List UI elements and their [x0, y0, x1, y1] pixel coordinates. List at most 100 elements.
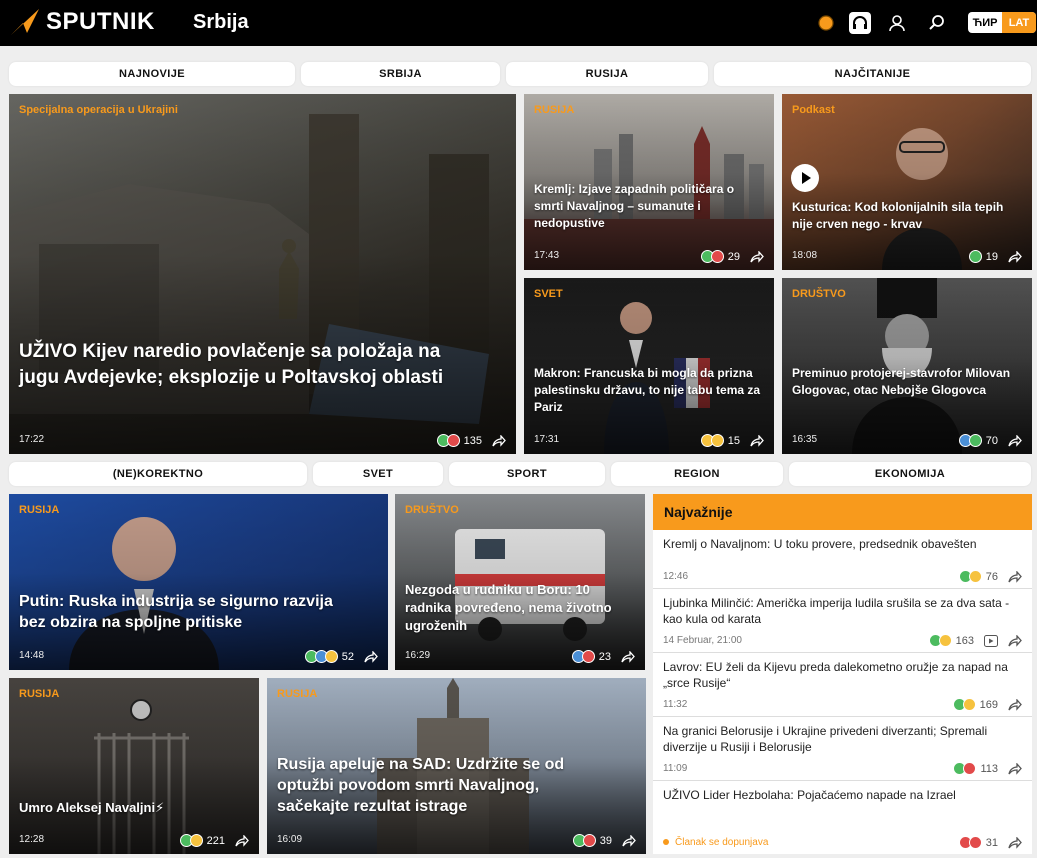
- hero-overlay: [9, 94, 516, 454]
- list-item-date: 11:32: [663, 699, 688, 710]
- nav-najcitanije[interactable]: NAJČITANIJE: [714, 62, 1031, 86]
- article-reactions: 23: [571, 650, 635, 663]
- article-card-kremlj[interactable]: RUSIJA Kremlj: Izjave zapadnih političar…: [524, 94, 774, 270]
- share-icon[interactable]: [1008, 250, 1022, 263]
- share-icon[interactable]: [750, 434, 764, 447]
- edition-name[interactable]: Srbija: [193, 11, 249, 34]
- reaction-emojis-icon: [952, 698, 976, 711]
- reaction-count: 15: [727, 434, 740, 447]
- article-category[interactable]: RUSIJA: [534, 104, 574, 116]
- share-icon[interactable]: [492, 434, 506, 447]
- reaction-count: 52: [341, 650, 354, 663]
- sputnik-logo[interactable]: SPUTNIK: [9, 7, 155, 37]
- article-card-sad[interactable]: RUSIJA Rusija apeluje na SAD: Uzdržite s…: [267, 678, 646, 854]
- list-item-date: 12:46: [663, 571, 689, 582]
- nav-ekonomija[interactable]: EKONOMIJA: [789, 462, 1031, 486]
- article-title[interactable]: Umro Aleksej Navaljni⚡: [19, 799, 249, 817]
- reaction-count: 23: [598, 650, 611, 663]
- list-item[interactable]: Lavrov: EU želi da Kijevu preda dalekome…: [653, 653, 1032, 717]
- nav-sport[interactable]: SPORT: [449, 462, 605, 486]
- article-category[interactable]: SVET: [534, 288, 563, 300]
- share-icon[interactable]: [622, 834, 636, 847]
- article-card-bor[interactable]: DRUŠTVO Nezgoda u rudniku u Boru: 10 rad…: [395, 494, 645, 670]
- share-icon[interactable]: [235, 834, 249, 847]
- language-switch: ЋИР LAT: [968, 12, 1036, 33]
- article-title[interactable]: Rusija apeluje na SAD: Uzdržite se od op…: [277, 754, 586, 817]
- video-icon: [984, 634, 998, 647]
- sputnik-logo-icon: [11, 9, 39, 35]
- list-item-date: 14 Februar, 21:00: [663, 635, 742, 646]
- article-card-putin[interactable]: RUSIJA Putin: Ruska industrija se sigurn…: [9, 494, 388, 670]
- article-card-glogovac[interactable]: DRUŠTVO Preminuo protojerej-stavrofor Mi…: [782, 278, 1032, 454]
- list-item-reactions: 113: [953, 762, 1022, 775]
- nav-svet[interactable]: SVET: [313, 462, 443, 486]
- list-item-title[interactable]: Kremlj o Navaljnom: U toku provere, pred…: [663, 536, 1020, 552]
- share-icon[interactable]: [1008, 570, 1022, 583]
- nav-rusija[interactable]: RUSIJA: [506, 62, 708, 86]
- list-item[interactable]: UŽIVO Lider Hezbolaha: Pojačaćemo napade…: [653, 781, 1032, 854]
- article-card-makron[interactable]: SVET Makron: Francuska bi mogla da prizn…: [524, 278, 774, 454]
- list-item-reactions: 31: [958, 836, 1022, 849]
- article-category[interactable]: Podkast: [792, 104, 835, 116]
- article-category[interactable]: RUSIJA: [277, 688, 317, 700]
- lang-cyrillic-button[interactable]: ЋИР: [968, 12, 1002, 33]
- hero-article-card[interactable]: Specijalna operacija u Ukrajini UŽIVO Ki…: [9, 94, 516, 454]
- list-item-title[interactable]: Ljubinka Milinčić: Američka imperija lud…: [663, 595, 1020, 627]
- article-time: 17:31: [534, 434, 560, 445]
- reaction-emojis-icon: [968, 250, 982, 263]
- article-time: 18:08: [792, 250, 818, 261]
- reaction-count: 31: [985, 836, 998, 849]
- podcast-icon[interactable]: [849, 12, 871, 34]
- article-title[interactable]: Nezgoda u rudniku u Boru: 10 radnika pov…: [405, 581, 635, 635]
- nav-region[interactable]: REGION: [611, 462, 783, 486]
- live-dot-icon: [663, 839, 669, 846]
- list-item-live-status: Članak se dopunjava: [663, 837, 768, 848]
- article-category[interactable]: DRUŠTVO: [792, 288, 846, 300]
- share-icon[interactable]: [364, 650, 378, 663]
- share-icon[interactable]: [750, 250, 764, 263]
- article-title[interactable]: Makron: Francuska bi mogla da prizna pal…: [534, 365, 764, 416]
- article-category[interactable]: RUSIJA: [19, 688, 59, 700]
- share-icon[interactable]: [621, 650, 635, 663]
- share-icon[interactable]: [1008, 836, 1022, 849]
- article-reactions: 29: [700, 250, 764, 263]
- article-time: 14:48: [19, 650, 45, 661]
- article-category[interactable]: RUSIJA: [19, 504, 59, 516]
- nav-najnovije[interactable]: NAJNOVIJE: [9, 62, 295, 86]
- share-icon[interactable]: [1008, 762, 1022, 775]
- article-title[interactable]: Putin: Ruska industrija se sigurno razvi…: [19, 591, 348, 633]
- article-title[interactable]: Kusturica: Kod kolonijalnih sila tepih n…: [792, 199, 1022, 233]
- nav-srbija[interactable]: SRBIJA: [301, 62, 500, 86]
- list-item[interactable]: Na granici Belorusije i Ukrajine privede…: [653, 717, 1032, 781]
- article-time: 17:43: [534, 250, 560, 261]
- share-icon[interactable]: [1008, 434, 1022, 447]
- article-card-navaljni[interactable]: RUSIJA Umro Aleksej Navaljni⚡ 12:28 221: [9, 678, 259, 854]
- hero-category[interactable]: Specijalna operacija u Ukrajini: [19, 104, 178, 116]
- lang-latin-button[interactable]: LAT: [1002, 12, 1036, 33]
- article-title[interactable]: Preminuo protojerej-stavrofor Milovan Gl…: [792, 365, 1022, 399]
- list-item-title[interactable]: Lavrov: EU želi da Kijevu preda dalekome…: [663, 659, 1020, 691]
- list-item[interactable]: Kremlj o Navaljnom: U toku provere, pred…: [653, 530, 1032, 589]
- list-item-title[interactable]: Na granici Belorusije i Ukrajine privede…: [663, 723, 1020, 755]
- share-icon[interactable]: [1008, 634, 1022, 647]
- list-item[interactable]: Ljubinka Milinčić: Američka imperija lud…: [653, 589, 1032, 653]
- article-title[interactable]: Kremlj: Izjave zapadnih političara o smr…: [534, 181, 764, 232]
- user-icon[interactable]: [886, 12, 908, 34]
- article-card-kusturica[interactable]: Podkast Kusturica: Kod kolonijalnih sila…: [782, 94, 1032, 270]
- reaction-count: 70: [985, 434, 998, 447]
- reaction-count: 19: [985, 250, 998, 263]
- reaction-emojis-icon: [571, 650, 595, 663]
- reaction-emojis-icon: [953, 762, 977, 775]
- play-button-icon[interactable]: [791, 164, 819, 192]
- reaction-count: 169: [979, 698, 998, 711]
- reaction-count: 221: [206, 834, 225, 847]
- panel-heading[interactable]: Najvažnije: [653, 494, 1032, 530]
- hero-title[interactable]: UŽIVO Kijev naredio povlačenje sa položa…: [19, 339, 476, 391]
- reaction-emojis-icon: [436, 434, 460, 447]
- article-category[interactable]: DRUŠTVO: [405, 504, 459, 516]
- search-icon[interactable]: [926, 12, 948, 34]
- radio-icon[interactable]: [815, 12, 837, 34]
- nav-nekorektno[interactable]: (NE)KOREKTNO: [9, 462, 307, 486]
- share-icon[interactable]: [1008, 698, 1022, 711]
- list-item-title[interactable]: UŽIVO Lider Hezbolaha: Pojačaćemo napade…: [663, 787, 1020, 803]
